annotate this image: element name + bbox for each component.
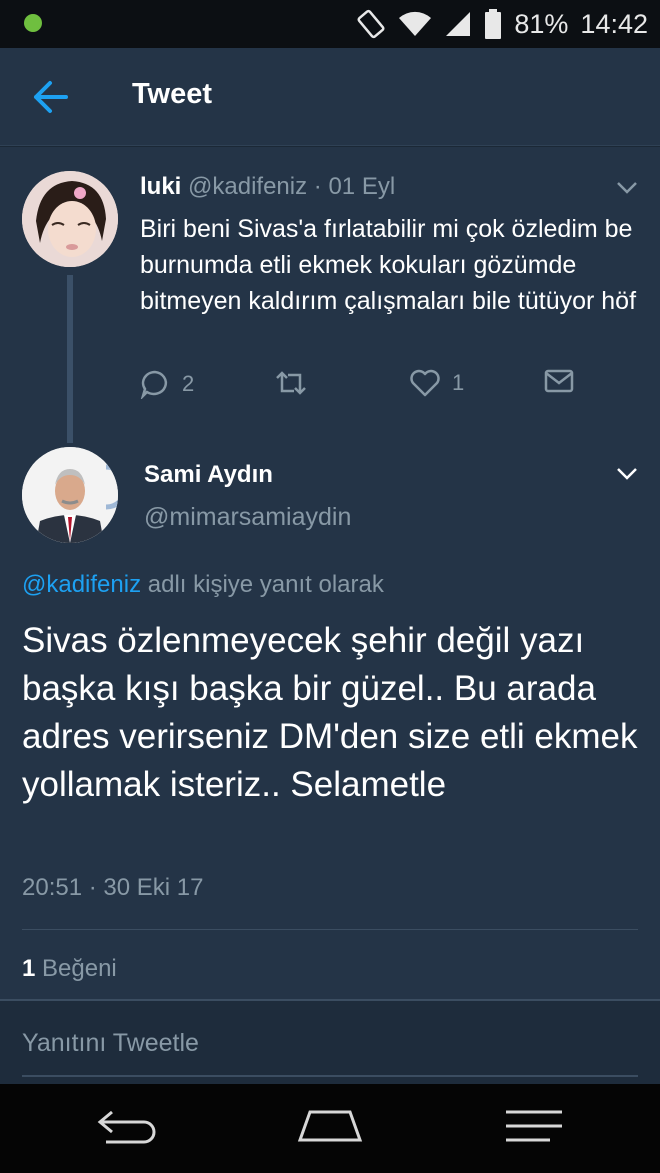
retweet-button[interactable] [274,369,308,397]
back-arrow-icon[interactable] [30,78,70,116]
battery-icon [485,9,502,39]
app-bar: Tweet [0,48,660,146]
rotate-icon [357,9,385,39]
reply-input-underline [22,1075,638,1077]
thread-line [67,275,73,443]
reply-suffix: adlı kişiye yanıt olarak [141,571,384,598]
status-bar: 81% 14:42 [0,0,660,48]
avatar[interactable] [22,171,118,267]
reply-input[interactable]: Yanıtını Tweetle [22,1029,199,1058]
recent-apps-icon[interactable] [502,1106,566,1146]
parent-tweet-text: Biri beni Sivas'a fırlatabilir mi çok öz… [140,215,637,315]
status-icons: 81% 14:42 [356,6,648,42]
signal-icon [446,12,471,36]
avatar-image [22,171,118,267]
likes-summary[interactable]: 1 Beğeni [22,955,117,983]
chevron-down-icon[interactable] [616,181,638,195]
reply-button[interactable]: 2 [140,369,194,399]
author-name[interactable]: luki [140,173,181,200]
wifi-icon [399,11,432,37]
direct-message-button[interactable] [544,369,574,393]
tweet-timestamp: 20:51 · 30 Eki 17 [22,874,204,901]
avatar[interactable] [22,447,118,543]
likes-label: Beğeni [35,955,117,982]
battery-percent: 81% [514,8,569,39]
clock: 14:42 [580,8,648,39]
reply-icon [140,370,167,399]
parent-tweet-header: luki @kadifeniz · 01 Eyl [140,173,395,201]
reply-mention-link[interactable]: @kadifeniz [22,571,141,598]
main-tweet-text: Sivas özlenmeyecek şehir değil yazı başk… [22,621,638,804]
notification-dot-icon [24,14,42,32]
author-handle[interactable]: @mimarsamiaydin [144,503,351,532]
like-count: 1 [452,370,465,395]
tweet-date: 01 Eyl [328,173,396,200]
author-handle[interactable]: @kadifeniz [188,173,307,200]
author-name[interactable]: Sami Aydın [144,461,273,489]
back-icon[interactable] [96,1106,160,1146]
navigation-bar [0,1084,660,1173]
tweet-detail: luki @kadifeniz · 01 Eyl Biri beni Sivas… [0,147,660,1084]
page-title: Tweet [132,78,213,110]
replying-to: @kadifeniz adlı kişiye yanıt olarak [22,571,384,599]
like-button[interactable]: 1 [410,369,464,397]
chevron-down-icon[interactable] [616,467,638,481]
envelope-icon [544,369,574,393]
heart-icon [410,369,440,397]
separator: · [313,173,322,200]
home-icon[interactable] [296,1106,364,1146]
avatar-image [22,447,118,543]
divider [22,929,638,930]
retweet-icon [276,371,306,395]
likes-count: 1 [22,955,36,982]
tweet-actions: 2 1 [140,369,600,405]
reply-composer[interactable]: Yanıtını Tweetle [0,999,660,1084]
reply-count: 2 [182,371,195,396]
